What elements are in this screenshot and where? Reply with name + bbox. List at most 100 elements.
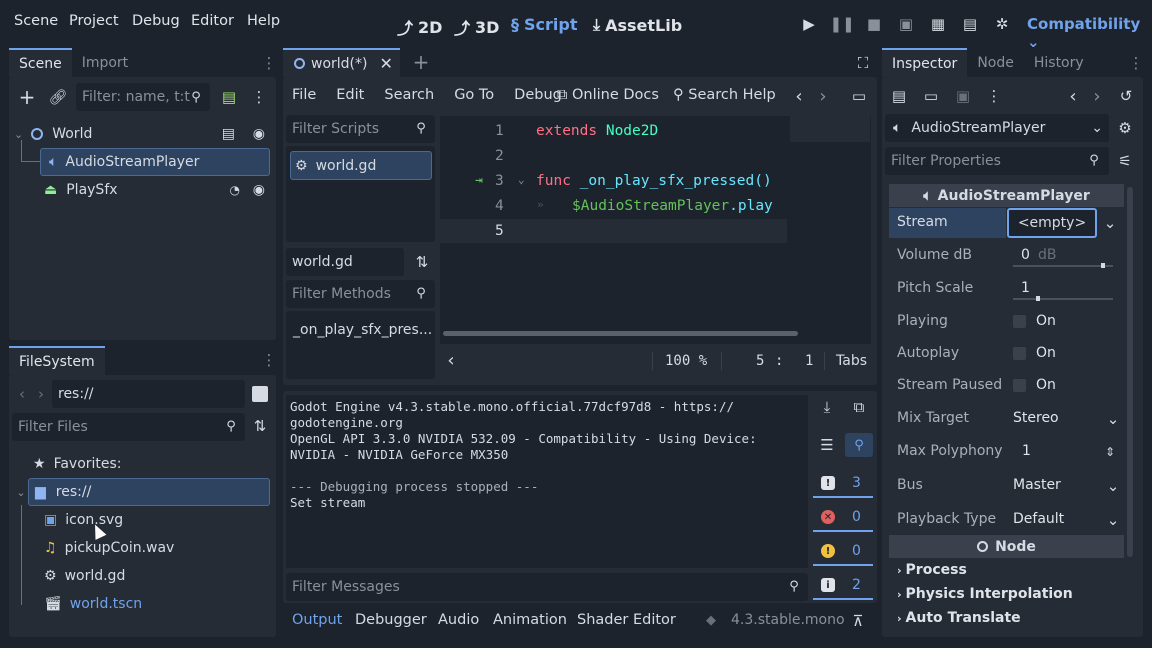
menu-help[interactable]: Help (247, 13, 280, 29)
script-menu-edit[interactable]: Edit (336, 87, 364, 103)
play-scene-icon[interactable]: ▦ (928, 14, 948, 34)
pitch-slider[interactable]: 1 (1013, 274, 1116, 302)
script-menu-file[interactable]: File (292, 87, 316, 103)
mode-3d-button[interactable]: ⤴ 3D (454, 15, 499, 39)
section-physics-interpolation[interactable]: › Physics Interpolation (897, 586, 1073, 602)
collapse-icon[interactable]: ☰ (819, 436, 835, 454)
autoplay-checkbox[interactable]: On (1013, 345, 1056, 361)
dock-menu-icon[interactable]: ⋮ (262, 54, 277, 72)
save-icon[interactable]: ▣ (954, 87, 972, 105)
forward-icon[interactable]: › (816, 86, 830, 107)
dock-menu-icon[interactable]: ⋮ (262, 351, 277, 369)
folder-res[interactable]: ▆ res:// (28, 478, 270, 506)
filter-messages-button[interactable]: ! 3 (813, 470, 873, 498)
toggle-scripts-panel-icon[interactable]: ‹ (444, 350, 458, 371)
renderer-select[interactable]: Compatibility ⌄ (1027, 15, 1152, 51)
file-item[interactable]: ⚙ world.gd (44, 563, 125, 589)
file-item[interactable]: ♫ pickupCoin.wav (44, 535, 174, 561)
chevron-down-icon[interactable]: ⌄ (14, 128, 23, 141)
mode-2d-button[interactable]: ⤴ 2D (397, 15, 442, 39)
toggle-panel-icon[interactable]: ▭ (851, 87, 867, 105)
chevron-down-icon[interactable]: ⌄ (1103, 214, 1117, 232)
pin-panel-icon[interactable]: ⊼ (850, 612, 866, 630)
new-resource-icon[interactable]: ▤ (890, 87, 908, 105)
signal-connection-icon[interactable]: ⇥ (475, 173, 483, 188)
slider-grabber[interactable] (1101, 263, 1105, 268)
visibility-icon[interactable]: ◉ (253, 126, 265, 142)
bottom-tab-debugger[interactable]: Debugger (355, 612, 427, 628)
clear-output-icon[interactable]: ⤓ (819, 398, 835, 416)
distraction-free-icon[interactable]: ⛶ (854, 54, 872, 72)
back-icon[interactable]: ‹ (792, 86, 806, 107)
forward-icon[interactable]: › (1090, 86, 1104, 107)
back-icon[interactable]: ‹ (15, 384, 29, 404)
mode-script-button[interactable]: § Script (511, 15, 577, 34)
chevron-down-icon[interactable]: ⌄ (1106, 410, 1120, 428)
property-settings-icon[interactable]: ⚟ (1117, 152, 1133, 170)
object-selector[interactable]: 🔈︎ AudioStreamPlayer ⌄ (885, 114, 1109, 142)
stream-resource-picker[interactable]: <empty> (1007, 208, 1097, 238)
tab-world-scene[interactable]: world(*) ✕ (283, 48, 400, 77)
forward-icon[interactable]: › (34, 384, 48, 404)
object-tools-icon[interactable]: ⚙ (1116, 119, 1134, 137)
signal-icon[interactable]: ◔ (230, 183, 240, 197)
file-item[interactable]: 🎬︎ world.tscn (44, 591, 142, 617)
split-mode-icon[interactable] (252, 386, 268, 402)
menu-scene[interactable]: Scene (14, 13, 58, 29)
tab-history[interactable]: History (1024, 48, 1094, 77)
close-icon[interactable]: ✕ (379, 54, 392, 73)
playback-type-select[interactable]: Default (1013, 511, 1064, 527)
online-docs-button[interactable]: ⧉ Online Docs (557, 87, 659, 103)
remote-debug-icon[interactable]: ▣ (896, 14, 916, 34)
filter-errors-button[interactable]: ✕ 0 (813, 504, 873, 532)
history-icon[interactable]: ↺ (1118, 87, 1134, 105)
sort-icon[interactable]: ⇅ (251, 417, 269, 435)
stream-paused-checkbox[interactable]: On (1013, 377, 1056, 393)
tab-inspector[interactable]: Inspector (882, 48, 968, 77)
play-custom-scene-icon[interactable]: ▤ (960, 14, 980, 34)
tab-node[interactable]: Node (967, 48, 1024, 77)
filter-files-input[interactable]: Filter Files (12, 413, 245, 441)
zoom-label[interactable]: 100 % (665, 353, 707, 369)
scene-menu-icon[interactable]: ⋮ (252, 87, 267, 107)
tab-filesystem[interactable]: FileSystem (9, 346, 105, 375)
chevron-down-icon[interactable]: ⌄ (1106, 477, 1120, 495)
method-item[interactable]: _on_play_sfx_pres... (293, 322, 432, 338)
filter-messages-input[interactable]: Filter Messages (286, 573, 808, 601)
movie-maker-icon[interactable]: ✲ (992, 14, 1012, 34)
more-icon[interactable]: ⋮ (987, 87, 1002, 105)
spinner-arrows-icon[interactable]: ⇕ (1103, 443, 1117, 461)
open-folder-icon[interactable]: ▭ (922, 87, 940, 105)
bottom-tab-audio[interactable]: Audio (438, 612, 479, 628)
tree-node-playsfx[interactable]: ⏏ PlaySfx ◔ ◉ (44, 177, 269, 203)
search-help-button[interactable]: ⚲ Search Help (673, 87, 776, 103)
section-auto-translate[interactable]: › Auto Translate (897, 610, 1021, 626)
search-icon[interactable]: ⚲ (845, 433, 873, 457)
tab-scene[interactable]: Scene (9, 48, 72, 77)
bottom-tab-output[interactable]: Output (292, 612, 342, 628)
mode-assetlib-button[interactable]: ⤓ AssetLib (593, 15, 682, 35)
filter-properties-input[interactable]: Filter Properties (885, 147, 1109, 175)
script-menu-search[interactable]: Search (384, 87, 434, 103)
inspector-scrollbar[interactable] (1127, 187, 1133, 557)
play-icon[interactable]: ▶ (799, 14, 819, 34)
add-tab-icon[interactable]: + (412, 50, 430, 74)
favorites-item[interactable]: ★ Favorites: (33, 451, 122, 477)
link-icon[interactable]: 🔗︎ (48, 87, 68, 107)
script-menu-debug[interactable]: Debug (514, 87, 562, 103)
bottom-tab-shader-editor[interactable]: Shader Editor (577, 612, 676, 628)
tree-node-world[interactable]: ⌄ World ▤ ◉ (14, 121, 269, 147)
add-node-icon[interactable]: + (17, 85, 37, 109)
script-item[interactable]: ⚙ world.gd (290, 151, 432, 180)
filter-editor-button[interactable]: i2 (813, 572, 873, 600)
script-menu-goto[interactable]: Go To (454, 87, 494, 103)
filter-warnings-button[interactable]: ! 0 (813, 538, 873, 566)
minimap[interactable] (790, 116, 870, 142)
file-item[interactable]: ▣ icon.svg (44, 507, 123, 533)
chevron-down-icon[interactable]: ⌄ (1106, 511, 1120, 529)
visibility-icon[interactable]: ◉ (253, 182, 265, 198)
pause-icon[interactable]: ❚❚ (829, 14, 854, 34)
volume-slider[interactable]: 0 dB (1013, 241, 1116, 269)
bottom-tab-animation[interactable]: Animation (493, 612, 567, 628)
horizontal-scrollbar[interactable] (443, 331, 798, 336)
